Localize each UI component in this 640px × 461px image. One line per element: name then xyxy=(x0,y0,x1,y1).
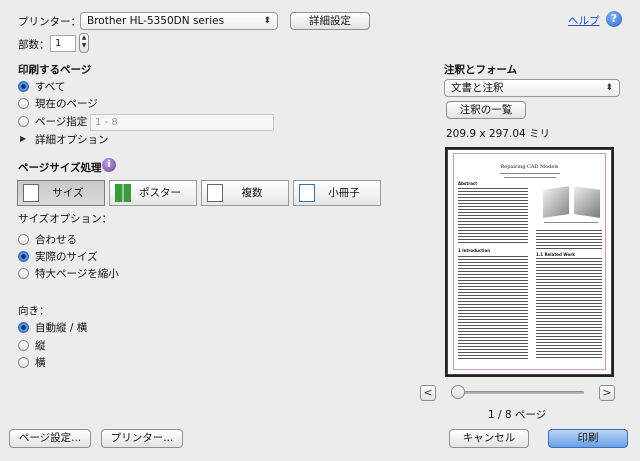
radio-shrink-oversized-label: 特大ページを縮小 xyxy=(35,268,119,280)
prev-page-button[interactable]: < xyxy=(420,385,436,401)
chevron-updown-icon: ⬍ xyxy=(605,83,613,93)
annotation-list-button[interactable]: 注釈の一覧 xyxy=(446,101,526,119)
preview-author-line xyxy=(500,173,560,174)
pages-heading: 印刷するページ xyxy=(18,64,92,76)
preview-figure-left xyxy=(543,186,569,218)
radio-shrink-oversized[interactable] xyxy=(18,268,29,279)
help-icon[interactable]: ? xyxy=(606,11,622,27)
page-indicator: 1 / 8 ページ xyxy=(488,409,547,421)
copies-label: 部数： xyxy=(18,39,50,51)
segment-multiple[interactable]: 複数 xyxy=(201,180,289,206)
preview-right-text-top xyxy=(536,230,602,250)
radio-landscape[interactable] xyxy=(18,357,29,368)
preview-abstract-text xyxy=(458,188,528,244)
radio-actual-size-label: 実際のサイズ xyxy=(35,251,98,263)
radio-portrait-label: 縦 xyxy=(35,340,46,352)
disclosure-triangle-icon[interactable]: ▶ xyxy=(20,134,26,143)
preview-caption-line xyxy=(544,222,598,223)
printer-select-value: Brother HL-5350DN series xyxy=(87,15,225,27)
radio-fit[interactable] xyxy=(18,234,29,245)
preview-figure-right xyxy=(574,186,600,218)
radio-all[interactable] xyxy=(18,81,29,92)
segment-poster-label: ポスター xyxy=(139,187,181,199)
size-options-label: サイズオプション： xyxy=(18,213,113,225)
annotations-select-value: 文書と注釈 xyxy=(451,82,504,94)
cancel-button[interactable]: キャンセル xyxy=(449,429,529,448)
radio-auto-orientation[interactable] xyxy=(18,322,29,333)
segment-poster[interactable]: ポスター xyxy=(109,180,197,206)
page-setup-button[interactable]: ページ設定... xyxy=(9,429,91,448)
segment-size-label: サイズ xyxy=(52,187,84,199)
preview-doc-title: Repairing CAD Models xyxy=(500,164,559,170)
page-preview: Repairing CAD Models Abstract 1 Introduc… xyxy=(448,150,611,374)
copies-stepper[interactable]: ▲ ▼ xyxy=(79,33,89,53)
preview-left-column xyxy=(458,256,528,360)
radio-actual-size[interactable] xyxy=(18,251,29,262)
orientation-label: 向き： xyxy=(18,305,50,317)
help-link[interactable]: ヘルプ xyxy=(568,13,600,28)
segment-booklet[interactable]: 小冊子 xyxy=(293,180,381,206)
printer-button[interactable]: プリンター... xyxy=(101,429,183,448)
preview-right-column xyxy=(536,258,602,360)
print-button[interactable]: 印刷 xyxy=(548,429,628,448)
radio-current-page-label: 現在のページ xyxy=(35,98,98,110)
preview-author-line xyxy=(504,177,556,178)
radio-landscape-label: 横 xyxy=(35,357,46,369)
radio-current-page[interactable] xyxy=(18,98,29,109)
preview-related-heading: 1.1 Related Work xyxy=(536,252,575,257)
chevron-updown-icon: ⬍ xyxy=(263,16,271,26)
segment-multiple-label: 複数 xyxy=(241,187,263,199)
page-size-heading: ページサイズ処理 xyxy=(18,162,102,174)
preview-slider-thumb[interactable] xyxy=(451,385,465,399)
annotations-select[interactable]: 文書と注釈 ⬍ xyxy=(444,79,620,97)
details-button[interactable]: 詳細設定 xyxy=(290,12,370,30)
radio-page-range[interactable] xyxy=(18,116,29,127)
copies-field[interactable]: 1 xyxy=(50,35,76,52)
annotations-heading: 注釈とフォーム xyxy=(444,64,518,76)
info-icon[interactable]: i xyxy=(102,158,116,172)
segment-booklet-label: 小冊子 xyxy=(328,187,360,199)
radio-auto-orientation-label: 自動縦 / 横 xyxy=(35,322,88,334)
segment-size[interactable]: サイズ xyxy=(17,180,105,206)
radio-page-range-label: ページ指定 xyxy=(35,116,88,128)
page-range-input[interactable]: 1 - 8 xyxy=(90,114,274,131)
preview-intro-heading: 1 Introduction xyxy=(458,248,491,253)
radio-portrait[interactable] xyxy=(18,340,29,351)
preview-abstract-heading: Abstract xyxy=(458,181,478,186)
detail-options-label[interactable]: 詳細オプション xyxy=(35,132,109,147)
printer-select[interactable]: Brother HL-5350DN series ⬍ xyxy=(80,12,278,30)
next-page-button[interactable]: > xyxy=(599,385,615,401)
radio-all-label: すべて xyxy=(35,81,66,93)
paper-size-label: 209.9 x 297.04 ミリ xyxy=(446,128,551,140)
printer-label: プリンター： xyxy=(18,16,81,28)
preview-slider-track[interactable] xyxy=(452,391,584,394)
radio-fit-label: 合わせる xyxy=(35,234,77,246)
